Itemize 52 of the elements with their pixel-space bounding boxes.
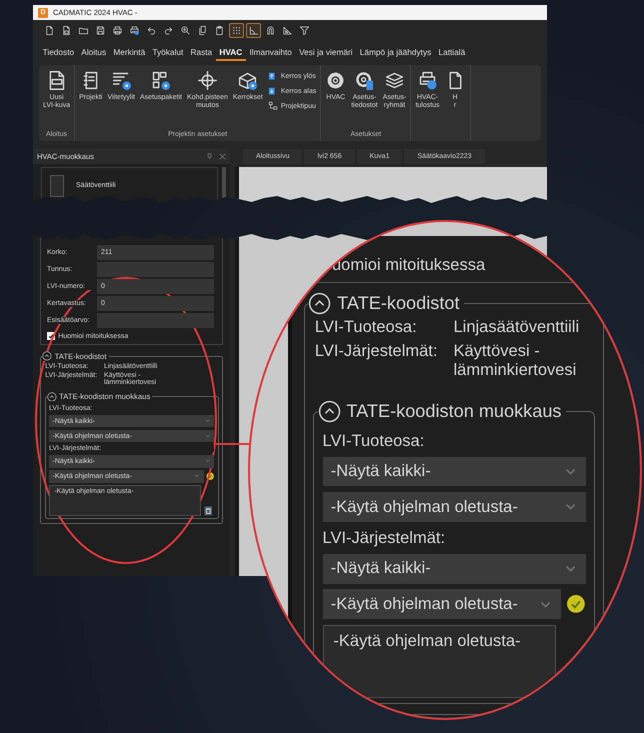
pin-icon[interactable] bbox=[206, 153, 213, 160]
chevron-up-icon[interactable] bbox=[318, 400, 341, 423]
chevron-up-icon[interactable] bbox=[46, 392, 57, 402]
chevron-up-icon[interactable] bbox=[308, 292, 332, 315]
caret-icon bbox=[204, 433, 210, 439]
group-title: TATE-koodistot bbox=[337, 292, 460, 314]
dropdown[interactable]: -Näytä kaikki- bbox=[322, 456, 586, 486]
field-label: LVI-Järjestelmät: bbox=[322, 529, 446, 548]
caret-icon bbox=[194, 473, 200, 480]
field-value: Käyttövesi - lämminkiertovesi bbox=[453, 342, 578, 380]
tile-icon bbox=[50, 174, 64, 196]
caret-icon bbox=[204, 458, 210, 464]
bin-icon[interactable] bbox=[204, 506, 212, 516]
action-icon[interactable] bbox=[566, 594, 586, 614]
caret-icon bbox=[204, 418, 210, 424]
settings-icon bbox=[325, 70, 346, 91]
gear-list-icon bbox=[110, 70, 132, 91]
settings-document-icon bbox=[354, 70, 375, 91]
list-box[interactable]: -Käytä ohjelman oletusta- bbox=[322, 624, 556, 698]
field-label: LVI-Järjestelmät: bbox=[314, 342, 438, 362]
angle-icon[interactable] bbox=[246, 23, 261, 38]
menu-tab[interactable]: HVAC bbox=[216, 44, 246, 60]
grid-icon[interactable] bbox=[229, 23, 244, 38]
menu-tab[interactable]: Rasta bbox=[186, 44, 216, 60]
close-icon[interactable] bbox=[219, 153, 226, 160]
box-icon bbox=[237, 70, 258, 91]
drawing-canvas[interactable] bbox=[235, 167, 547, 203]
menu-tab[interactable]: Lämpö ja jäähdytys bbox=[356, 44, 435, 60]
chevron-up-icon[interactable] bbox=[42, 351, 52, 362]
dropdown[interactable]: -Käytä ohjelman oletusta- bbox=[322, 492, 586, 522]
tree-icon bbox=[268, 101, 278, 111]
menu-tab[interactable]: Tiedosto bbox=[39, 44, 78, 60]
menu-tab[interactable]: Merkintä bbox=[110, 44, 149, 60]
field-label: LVI-Tuoteosa: bbox=[322, 432, 426, 451]
gear-shapes-icon bbox=[150, 70, 172, 91]
menu-tab[interactable]: Työkalut bbox=[148, 44, 187, 60]
checkbox-label: uomioi mitoituksessa bbox=[332, 256, 486, 275]
dropdown[interactable]: -Käytä ohjelman oletusta- bbox=[322, 589, 561, 620]
printer-icon bbox=[417, 70, 438, 91]
field-label: LVI-Tuoteosa: bbox=[314, 318, 418, 338]
crosshair-icon bbox=[196, 70, 218, 91]
input-field[interactable] bbox=[97, 262, 214, 277]
menu-tab[interactable]: Aloitus bbox=[78, 44, 110, 60]
menu-tab[interactable]: Vesi ja viemäri bbox=[296, 44, 356, 60]
group-title: TATE-koodiston muokkaus bbox=[346, 400, 562, 422]
menu-tab[interactable]: Ilmanvaihto bbox=[246, 44, 296, 60]
dropdown[interactable]: -Näytä kaikki- bbox=[322, 554, 586, 584]
action-icon[interactable] bbox=[206, 472, 214, 480]
menu-tab[interactable]: Lattialä bbox=[434, 44, 469, 60]
layers-icon bbox=[384, 70, 406, 91]
input-field[interactable] bbox=[97, 313, 214, 328]
field-value: Linjasäätöventtiili bbox=[453, 318, 580, 338]
